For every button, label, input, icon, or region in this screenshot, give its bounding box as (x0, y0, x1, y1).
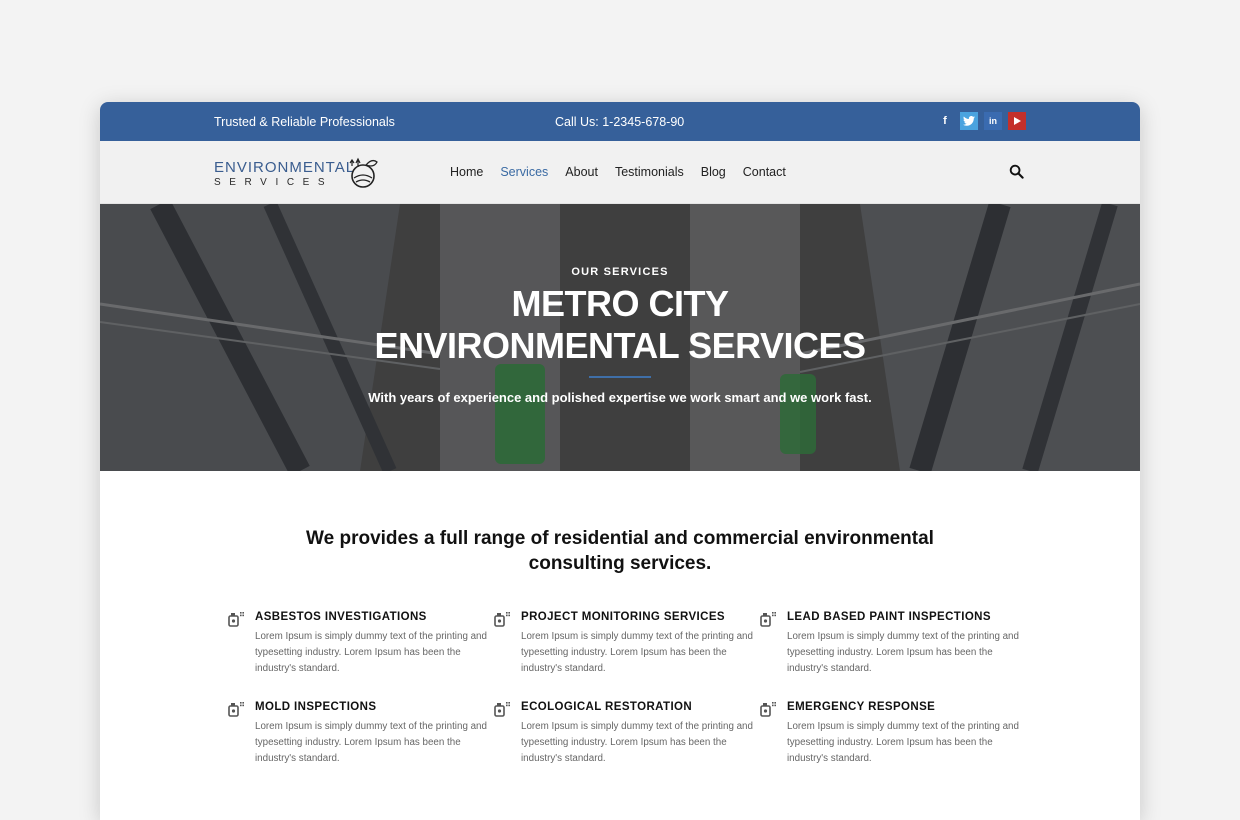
primary-menu: Home Services About Testimonials Blog Co… (450, 165, 786, 179)
search-icon (1009, 164, 1024, 179)
hero-banner: OUR SERVICES METRO CITY ENVIRONMENTAL SE… (100, 204, 1140, 471)
search-button[interactable] (1009, 164, 1024, 184)
hero-divider (589, 376, 651, 378)
main-navbar: ENVIRONMENTAL SERVICES Home Services Abo… (100, 141, 1140, 204)
sprayer-icon (228, 612, 244, 627)
hero-eyebrow: OUR SERVICES (571, 266, 669, 278)
service-item: ECOLOGICAL RESTORATION Lorem Ipsum is si… (494, 701, 760, 771)
linkedin-icon[interactable]: in (984, 112, 1002, 130)
hero-title-line2: ENVIRONMENTAL SERVICES (374, 325, 866, 366)
sprayer-icon (228, 702, 244, 717)
nav-about[interactable]: About (565, 165, 598, 179)
service-text: Lorem Ipsum is simply dummy text of the … (787, 631, 1019, 674)
services-grid: ASBESTOS INVESTIGATIONS Lorem Ipsum is s… (228, 611, 1026, 771)
nav-home[interactable]: Home (450, 165, 483, 179)
service-title: ECOLOGICAL RESTORATION (521, 701, 693, 713)
service-item: PROJECT MONITORING SERVICES Lorem Ipsum … (494, 611, 760, 681)
service-text: Lorem Ipsum is simply dummy text of the … (521, 631, 753, 674)
service-item: MOLD INSPECTIONS Lorem Ipsum is simply d… (228, 701, 494, 771)
hero-content: OUR SERVICES METRO CITY ENVIRONMENTAL SE… (100, 266, 1140, 405)
tagline: Trusted & Reliable Professionals (214, 115, 395, 129)
intro-line1: We provides a full range of residential … (306, 528, 934, 549)
intro-line2: consulting services. (528, 553, 712, 574)
twitter-icon[interactable] (960, 112, 978, 130)
logo-line2: SERVICES (214, 177, 334, 188)
service-title: LEAD BASED PAINT INSPECTIONS (787, 611, 991, 623)
nav-contact[interactable]: Contact (743, 165, 786, 179)
youtube-icon[interactable] (1008, 112, 1026, 130)
sprayer-icon (494, 612, 510, 627)
top-bar: Trusted & Reliable Professionals Call Us… (100, 102, 1140, 141)
service-item: ASBESTOS INVESTIGATIONS Lorem Ipsum is s… (228, 611, 494, 681)
site-logo[interactable]: ENVIRONMENTAL SERVICES (214, 157, 378, 188)
service-text: Lorem Ipsum is simply dummy text of the … (521, 721, 753, 764)
nav-testimonials[interactable]: Testimonials (615, 165, 684, 179)
social-links: f in (936, 112, 1026, 130)
service-text: Lorem Ipsum is simply dummy text of the … (255, 721, 487, 764)
phone-number[interactable]: Call Us: 1-2345-678-90 (555, 115, 684, 129)
sprayer-icon (494, 702, 510, 717)
service-title: ASBESTOS INVESTIGATIONS (255, 611, 427, 623)
service-item: EMERGENCY RESPONSE Lorem Ipsum is simply… (760, 701, 1026, 771)
hero-title: METRO CITY ENVIRONMENTAL SERVICES (100, 283, 1140, 367)
sprayer-icon (760, 702, 776, 717)
globe-leaf-icon (349, 157, 378, 188)
service-text: Lorem Ipsum is simply dummy text of the … (255, 631, 487, 674)
hero-subtitle: With years of experience and polished ex… (368, 390, 872, 405)
logo-line1: ENVIRONMENTAL (214, 159, 356, 176)
service-title: PROJECT MONITORING SERVICES (521, 611, 725, 623)
service-title: MOLD INSPECTIONS (255, 701, 377, 713)
facebook-icon[interactable]: f (936, 112, 954, 130)
sprayer-icon (760, 612, 776, 627)
service-item: LEAD BASED PAINT INSPECTIONS Lorem Ipsum… (760, 611, 1026, 681)
play-glyph (1014, 117, 1021, 125)
nav-services[interactable]: Services (500, 165, 548, 179)
intro-heading: We provides a full range of residential … (100, 526, 1140, 576)
twitter-bird-glyph (963, 116, 975, 126)
service-text: Lorem Ipsum is simply dummy text of the … (787, 721, 1019, 764)
hero-title-line1: METRO CITY (511, 283, 730, 324)
website-frame: Trusted & Reliable Professionals Call Us… (100, 102, 1140, 820)
nav-blog[interactable]: Blog (701, 165, 726, 179)
service-title: EMERGENCY RESPONSE (787, 701, 936, 713)
